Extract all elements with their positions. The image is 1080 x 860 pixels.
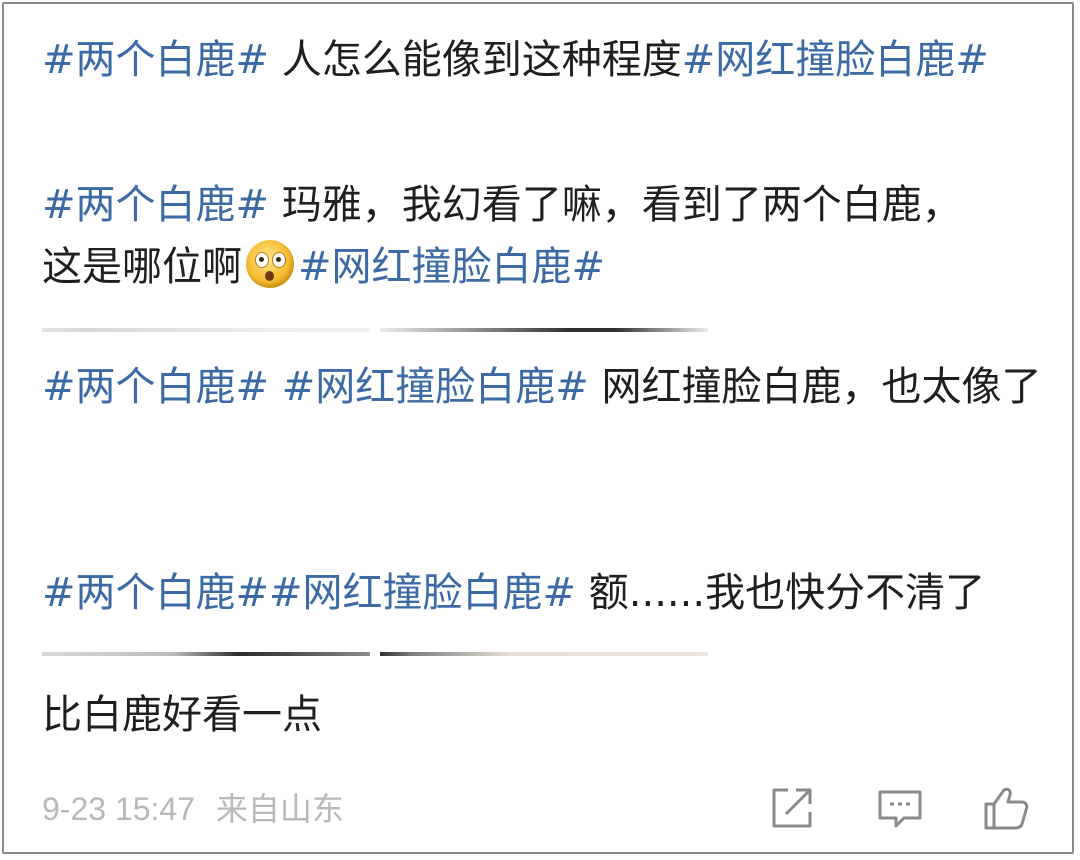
image-thumbnail[interactable] <box>380 652 708 656</box>
share-icon <box>772 788 812 828</box>
hashtag-link[interactable]: #两个白鹿# <box>42 182 269 228</box>
post-text: 额......我也快分不清了 <box>576 570 986 616</box>
hashtag-link[interactable]: #两个白鹿# <box>42 364 269 410</box>
comment-icon <box>878 790 922 828</box>
image-strip <box>42 328 708 332</box>
post-text: 比白鹿好看一点 <box>42 692 322 738</box>
like-button[interactable] <box>980 782 1032 834</box>
post-date: 9-23 15:47 <box>42 791 196 827</box>
hashtag-link[interactable]: #网红撞脸白鹿# <box>282 364 589 410</box>
post-card: #两个白鹿# 人怎么能像到这种程度#网红撞脸白鹿# #两个白鹿# 玛雅，我幻看了… <box>2 2 1074 854</box>
astonished-emoji-icon <box>246 240 294 288</box>
image-thumbnail[interactable] <box>380 328 708 332</box>
hashtag-link[interactable]: #两个白鹿# <box>42 570 269 616</box>
post-meta: 9-23 15:47 来自山东 <box>42 784 344 830</box>
hashtag-link[interactable]: #网红撞脸白鹿# <box>298 244 605 290</box>
post-4: #两个白鹿##网红撞脸白鹿# 额......我也快分不清了 <box>42 562 1042 624</box>
image-thumbnail[interactable] <box>42 652 370 656</box>
post-5: 比白鹿好看一点 <box>42 684 1042 746</box>
post-text: 人怎么能像到这种程度 <box>269 37 682 83</box>
post-text <box>269 364 282 410</box>
hashtag-link[interactable]: #网红撞脸白鹿# <box>269 570 576 616</box>
hashtag-link[interactable]: #两个白鹿# <box>42 37 269 83</box>
image-thumbnail[interactable] <box>42 328 370 332</box>
image-strip <box>42 652 708 656</box>
comment-button[interactable] <box>874 782 926 834</box>
post-1: #两个白鹿# 人怎么能像到这种程度#网红撞脸白鹿# <box>42 29 1042 91</box>
post-source: 来自山东 <box>215 791 344 827</box>
like-icon <box>984 787 1029 830</box>
post-3: #两个白鹿# #网红撞脸白鹿# 网红撞脸白鹿，也太像了 <box>42 356 1042 418</box>
post-2: #两个白鹿# 玛雅，我幻看了嘛，看到了两个白鹿，这是哪位啊 #网红撞脸白鹿# <box>42 174 992 298</box>
share-button[interactable] <box>766 782 818 834</box>
hashtag-link[interactable]: #网红撞脸白鹿# <box>682 37 989 83</box>
post-text: 网红撞脸白鹿，也太像了 <box>588 364 1042 410</box>
